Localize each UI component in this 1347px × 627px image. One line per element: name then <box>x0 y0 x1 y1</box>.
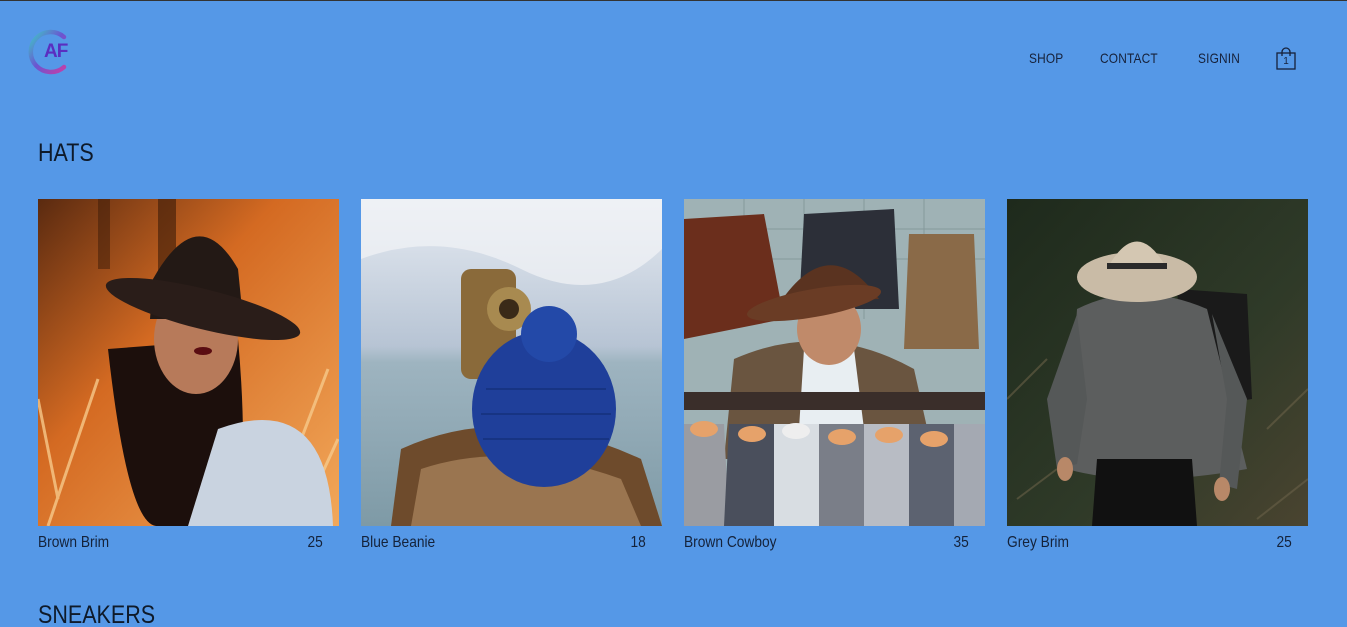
product-price: 25 <box>307 534 323 551</box>
cart-button[interactable]: 1 <box>1275 47 1297 70</box>
product-card[interactable]: Brown Brim 25 <box>38 199 339 552</box>
section-title-sneakers[interactable]: SNEAKERS <box>38 601 155 627</box>
product-image[interactable] <box>1007 199 1308 526</box>
product-image[interactable] <box>38 199 339 526</box>
product-name: Brown Cowboy <box>684 534 777 551</box>
product-meta: Brown Brim 25 <box>38 526 339 552</box>
nav-shop-link[interactable]: SHOP <box>1029 50 1063 66</box>
brand-logo[interactable]: AF <box>24 27 76 77</box>
product-meta: Blue Beanie 18 <box>361 526 662 552</box>
product-image[interactable] <box>684 199 985 526</box>
product-name: Grey Brim <box>1007 534 1069 551</box>
product-price: 35 <box>953 534 969 551</box>
product-card[interactable]: Grey Brim 25 <box>1007 199 1308 552</box>
product-price: 18 <box>630 534 646 551</box>
product-image[interactable] <box>361 199 662 526</box>
product-card[interactable]: Brown Cowboy 35 <box>684 199 985 552</box>
cart-count: 1 <box>1283 56 1289 67</box>
product-grid-hats: Brown Brim 25 Blue Beanie 18 Brown Cowbo… <box>38 199 1308 552</box>
nav-signin-link[interactable]: SIGNIN <box>1198 50 1240 66</box>
section-title-hats[interactable]: HATS <box>38 139 94 168</box>
product-name: Blue Beanie <box>361 534 436 551</box>
product-meta: Brown Cowboy 35 <box>684 526 985 552</box>
logo-text: AF <box>44 41 68 62</box>
product-price: 25 <box>1276 534 1292 551</box>
main-nav: SHOP CONTACT SIGNIN 1 <box>1029 47 1297 70</box>
nav-contact-link[interactable]: CONTACT <box>1100 50 1158 66</box>
product-name: Brown Brim <box>38 534 110 551</box>
product-card[interactable]: Blue Beanie 18 <box>361 199 662 552</box>
product-meta: Grey Brim 25 <box>1007 526 1308 552</box>
